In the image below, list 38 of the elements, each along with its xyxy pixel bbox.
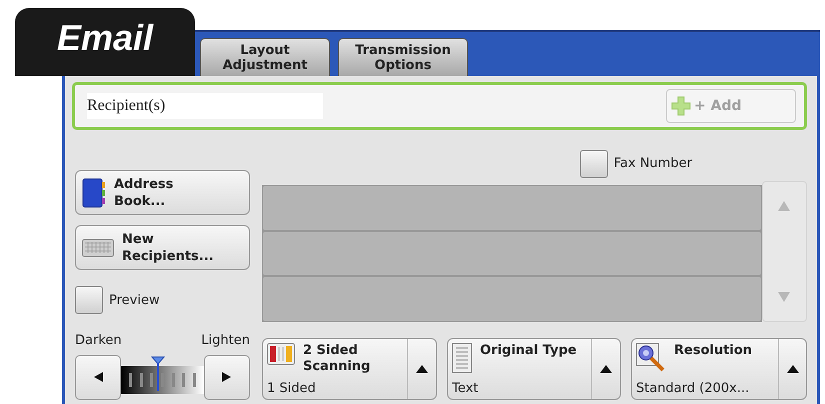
left-arrow-icon <box>94 372 102 382</box>
book-icon <box>82 178 106 208</box>
feature-value: Standard (200x... <box>636 381 750 397</box>
feature-button[interactable]: Original Type Text <box>446 338 621 400</box>
up-arrow-icon <box>786 365 798 373</box>
right-arrow-icon <box>222 372 232 382</box>
darken-label: Darken <box>75 333 122 350</box>
new-recipients-button[interactable]: New Recipients... <box>75 225 250 270</box>
feature-value: Text <box>452 381 480 397</box>
feature-title: Resolution <box>674 343 754 359</box>
keyboard-icon <box>82 238 114 256</box>
preview-checkbox[interactable] <box>75 286 103 314</box>
up-arrow-icon <box>778 200 790 210</box>
up-arrow-icon <box>600 365 612 373</box>
density-slider[interactable] <box>121 356 204 394</box>
slider-thumb[interactable] <box>151 356 166 392</box>
document-icon <box>452 343 472 373</box>
up-arrow-icon <box>416 365 428 373</box>
fax-number-checkbox[interactable] <box>580 150 608 178</box>
recipient-label: Recipient(s) <box>87 93 323 119</box>
preview-label: Preview <box>109 292 160 308</box>
tab[interactable]: Layout Adjustment <box>200 38 330 76</box>
feature-title: Original Type <box>480 343 578 359</box>
fax-number-label: Fax Number <box>614 156 692 171</box>
feature-button[interactable]: 2 Sided Scanning 1 Sided <box>262 338 437 400</box>
feature-button[interactable]: Resolution Standard (200x... <box>631 338 807 400</box>
lighten-label: Lighten <box>201 333 250 350</box>
down-arrow-icon <box>778 292 790 302</box>
address-book-button[interactable]: Address Book... <box>75 170 250 215</box>
darker-button[interactable] <box>75 355 121 400</box>
feature-title: 2 Sided Scanning <box>302 343 372 375</box>
feature-value: 1 Sided <box>266 381 317 397</box>
tab[interactable]: Transmission Options <box>338 38 468 76</box>
magnifier-icon <box>636 343 666 373</box>
email-title: Email <box>15 8 195 76</box>
plus-icon <box>671 96 691 116</box>
lighter-button[interactable] <box>204 355 250 400</box>
pages-icon <box>266 343 295 365</box>
